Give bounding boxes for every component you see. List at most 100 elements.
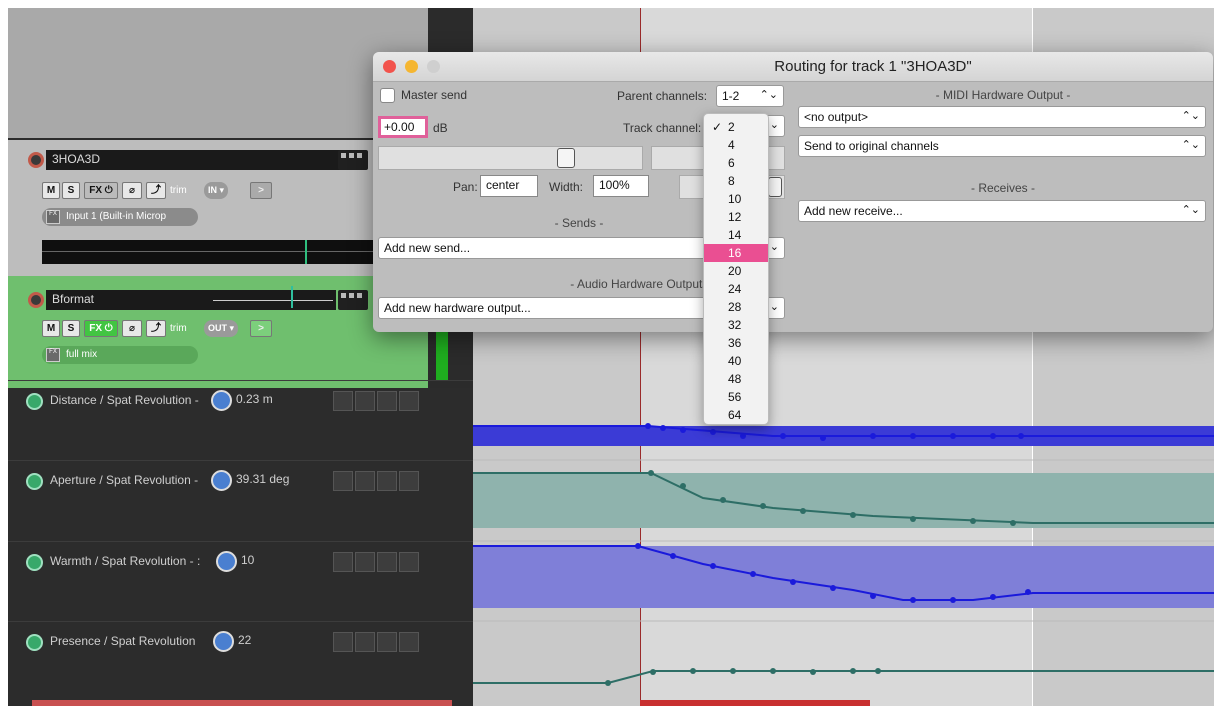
menu-item[interactable]: 12 bbox=[704, 208, 768, 226]
parent-channels-select[interactable]: 1-2 ⌃⌄ bbox=[716, 85, 784, 107]
menu-item[interactable]: 20 bbox=[704, 262, 768, 280]
menu-item[interactable]: 10 bbox=[704, 190, 768, 208]
distance-point bbox=[990, 433, 996, 439]
solo-button[interactable]: S bbox=[62, 320, 80, 337]
record-icon[interactable] bbox=[399, 471, 419, 491]
menu-item[interactable]: 36 bbox=[704, 334, 768, 352]
knob-icon[interactable] bbox=[211, 470, 232, 491]
midi-channels-select[interactable]: Send to original channels ⌃⌄ bbox=[798, 135, 1206, 157]
menu-item[interactable]: 4 bbox=[704, 136, 768, 154]
record-arm-icon[interactable] bbox=[28, 152, 44, 168]
record-icon[interactable] bbox=[399, 391, 419, 411]
output-button[interactable]: OUT ▾ bbox=[204, 320, 239, 337]
route-button[interactable] bbox=[338, 150, 368, 170]
pan-input[interactable]: center bbox=[480, 175, 538, 197]
warmth-point bbox=[635, 543, 641, 549]
pan-label: Pan: bbox=[453, 180, 478, 194]
track-name[interactable]: 3HOA3D bbox=[46, 150, 364, 170]
phase-icon[interactable]: ⌀ bbox=[122, 182, 142, 199]
trim-label[interactable]: trim bbox=[170, 182, 187, 199]
trim-label[interactable]: trim bbox=[170, 320, 187, 337]
add-receive-select[interactable]: Add new receive... ⌃⌄ bbox=[798, 200, 1206, 222]
play-arrow-icon[interactable]: > bbox=[250, 320, 272, 337]
knob-icon[interactable] bbox=[213, 631, 234, 652]
track-channels-menu: ✓ 2 4 6 8 10 12 14 16 20 24 28 32 36 40 4… bbox=[703, 113, 769, 425]
menu-item[interactable]: 14 bbox=[704, 226, 768, 244]
width-input[interactable]: 100% bbox=[593, 175, 649, 197]
envelope-power-icon[interactable] bbox=[26, 473, 43, 490]
fx-button[interactable]: FX ⏻ bbox=[84, 182, 118, 199]
routing-titlebar[interactable]: Routing for track 1 "3HOA3D" bbox=[373, 52, 1213, 82]
fx-button[interactable]: FX ⏻ bbox=[84, 320, 118, 337]
presence-point bbox=[730, 668, 736, 674]
menu-item[interactable]: 64 bbox=[704, 406, 768, 424]
menu-item-selected[interactable]: 16 bbox=[704, 244, 768, 262]
settings-icon[interactable] bbox=[355, 471, 375, 491]
knob-icon[interactable] bbox=[216, 551, 237, 572]
master-send-checkbox[interactable] bbox=[380, 88, 395, 103]
menu-item[interactable]: 40 bbox=[704, 352, 768, 370]
warmth-point bbox=[1025, 589, 1031, 595]
presence-point bbox=[690, 668, 696, 674]
parent-channels-value: 1-2 bbox=[722, 89, 740, 103]
envelope-icon[interactable]: ⤴ bbox=[146, 182, 166, 199]
mute-button[interactable]: M bbox=[42, 320, 60, 337]
envelope-power-icon[interactable] bbox=[26, 393, 43, 410]
shape-icon[interactable] bbox=[377, 391, 397, 411]
settings-icon[interactable] bbox=[355, 552, 375, 572]
shape-icon[interactable] bbox=[377, 632, 397, 652]
envelope-lane-aperture: Aperture / Spat Revolution - 39.31 deg bbox=[8, 460, 473, 540]
track-3hoa3d[interactable]: 3HOA3D M S FX ⏻ ⌀ ⤴ trim IN ▾ > FX Input… bbox=[8, 140, 428, 276]
envelope-power-icon[interactable] bbox=[26, 554, 43, 571]
menu-item[interactable]: 56 bbox=[704, 388, 768, 406]
chevron-updown-icon: ⌃⌄ bbox=[1181, 139, 1200, 151]
menu-item[interactable]: 48 bbox=[704, 370, 768, 388]
add-send-label: Add new send... bbox=[384, 241, 471, 255]
track-bformat[interactable]: Bformat M S FX ⏻ ⌀ ⤴ trim OUT ▾ > FX ful… bbox=[8, 276, 428, 388]
volume-input[interactable]: +0.00 bbox=[378, 116, 428, 138]
midi-output-select[interactable]: <no output> ⌃⌄ bbox=[798, 106, 1206, 128]
mute-button[interactable]: M bbox=[42, 182, 60, 199]
route-button[interactable] bbox=[338, 290, 368, 310]
settings-icon[interactable] bbox=[355, 632, 375, 652]
knob-icon[interactable] bbox=[211, 390, 232, 411]
record-arm-icon[interactable] bbox=[28, 292, 44, 308]
envelope-value: 0.23 m bbox=[236, 392, 273, 406]
chevron-updown-icon: ⌃⌄ bbox=[1181, 204, 1200, 216]
record-icon[interactable] bbox=[399, 632, 419, 652]
envelope-power-icon[interactable] bbox=[26, 634, 43, 651]
menu-item[interactable]: ✓ 2 bbox=[704, 118, 768, 136]
power-icon[interactable] bbox=[333, 632, 353, 652]
input-selector[interactable]: FX full mix bbox=[42, 346, 198, 364]
input-selector[interactable]: FX Input 1 (Built-in Microp bbox=[42, 208, 198, 226]
warmth-point bbox=[870, 593, 876, 599]
menu-item[interactable]: 24 bbox=[704, 280, 768, 298]
warmth-point bbox=[830, 585, 836, 591]
settings-icon[interactable] bbox=[355, 391, 375, 411]
menu-item[interactable]: 28 bbox=[704, 298, 768, 316]
menu-item[interactable]: 32 bbox=[704, 316, 768, 334]
shape-icon[interactable] bbox=[377, 471, 397, 491]
envelope-value: 39.31 deg bbox=[236, 472, 290, 486]
distance-point bbox=[780, 433, 786, 439]
menu-item[interactable]: 8 bbox=[704, 172, 768, 190]
midi-channels-value: Send to original channels bbox=[804, 139, 939, 153]
volume-thumb[interactable] bbox=[557, 148, 575, 168]
solo-button[interactable]: S bbox=[62, 182, 80, 199]
aperture-point bbox=[850, 512, 856, 518]
power-icon[interactable] bbox=[333, 391, 353, 411]
receives-title: - Receives - bbox=[970, 181, 1035, 195]
record-icon[interactable] bbox=[399, 552, 419, 572]
play-arrow-icon[interactable]: > bbox=[250, 182, 272, 199]
width-thumb[interactable] bbox=[768, 177, 782, 197]
shape-icon[interactable] bbox=[377, 552, 397, 572]
presence-point bbox=[650, 669, 656, 675]
input-button[interactable]: IN ▾ bbox=[204, 182, 229, 199]
meter-peak bbox=[305, 240, 307, 264]
power-icon[interactable] bbox=[333, 471, 353, 491]
power-icon[interactable] bbox=[333, 552, 353, 572]
envelope-icon[interactable]: ⤴ bbox=[146, 320, 166, 337]
volume-slider[interactable] bbox=[378, 146, 643, 170]
menu-item[interactable]: 6 bbox=[704, 154, 768, 172]
phase-icon[interactable]: ⌀ bbox=[122, 320, 142, 337]
